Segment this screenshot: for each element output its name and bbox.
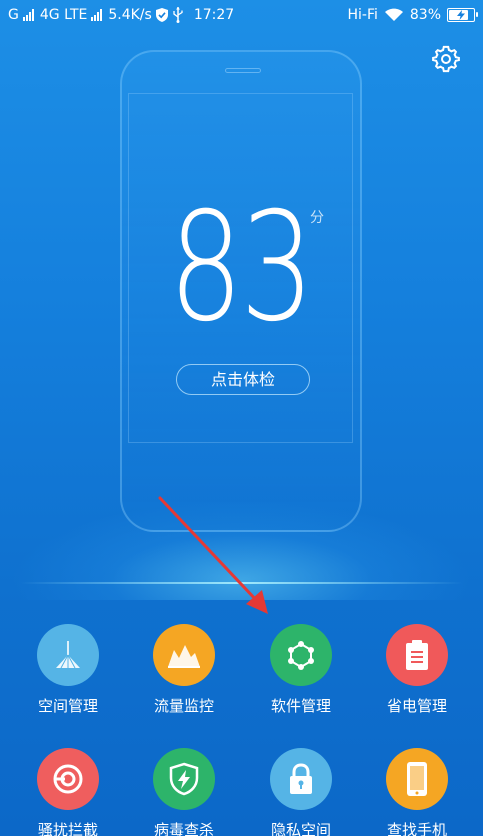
score-unit: 分 bbox=[310, 210, 324, 226]
battery-icon bbox=[447, 8, 478, 22]
tile-find-phone[interactable]: 查找手机 bbox=[357, 744, 477, 836]
status-bar-right: Hi-Fi 83% bbox=[347, 0, 478, 30]
tile-label: 骚扰拦截 bbox=[37, 821, 98, 836]
phone-find-icon bbox=[386, 748, 448, 810]
shield-check-icon bbox=[155, 8, 168, 22]
charging-bolt-icon bbox=[457, 10, 465, 20]
carrier-label: G bbox=[8, 7, 19, 23]
settings-button[interactable] bbox=[431, 44, 461, 74]
tile-software-management[interactable]: 软件管理 bbox=[241, 620, 361, 730]
shield-bolt-icon bbox=[153, 748, 215, 810]
tool-grid: 空间管理 流量监控 软件管理 省电管理 骚扰拦截 病毒查杀 隐私空间 查找手机 bbox=[0, 620, 483, 836]
broom-icon bbox=[37, 624, 99, 686]
phone-manager-screen: G 4G LTE 5.4K/s 17:27 Hi-Fi 83% 83 分 点击体… bbox=[0, 0, 483, 836]
tile-label: 病毒查杀 bbox=[153, 821, 214, 836]
tile-power-saving[interactable]: 省电管理 bbox=[357, 620, 477, 730]
app-network-icon bbox=[270, 624, 332, 686]
status-bar: G 4G LTE 5.4K/s 17:27 Hi-Fi 83% bbox=[0, 0, 483, 30]
battery-percent: 83% bbox=[409, 7, 441, 23]
tile-private-space[interactable]: 隐私空间 bbox=[241, 744, 361, 836]
tile-label: 省电管理 bbox=[386, 697, 447, 715]
target-block-icon bbox=[37, 748, 99, 810]
network-label: 4G LTE bbox=[39, 7, 88, 23]
wifi-icon bbox=[384, 8, 404, 22]
tile-label: 查找手机 bbox=[386, 821, 447, 836]
tile-label: 流量监控 bbox=[153, 697, 214, 715]
gear-icon bbox=[432, 45, 460, 73]
check-up-button[interactable]: 点击体检 bbox=[176, 364, 310, 395]
tile-virus-scan[interactable]: 病毒查杀 bbox=[124, 744, 244, 836]
usb-icon bbox=[172, 7, 184, 23]
tile-harassment-block[interactable]: 骚扰拦截 bbox=[8, 744, 128, 836]
tile-traffic-monitor[interactable]: 流量监控 bbox=[124, 620, 244, 730]
lock-icon bbox=[270, 748, 332, 810]
annotation-arrow-icon bbox=[158, 496, 268, 614]
health-score: 83 bbox=[168, 181, 315, 355]
tile-space-management[interactable]: 空间管理 bbox=[8, 620, 128, 730]
traffic-chart-icon bbox=[153, 624, 215, 686]
tile-label: 软件管理 bbox=[270, 697, 331, 715]
battery-clipboard-icon bbox=[386, 624, 448, 686]
network-speed: 5.4K/s bbox=[108, 7, 152, 23]
signal-strength-icon-2 bbox=[91, 9, 103, 21]
tile-label: 空间管理 bbox=[37, 697, 98, 715]
status-bar-left: G 4G LTE 5.4K/s 17:27 bbox=[8, 0, 234, 30]
wifi-label: Hi-Fi bbox=[347, 7, 378, 23]
clock: 17:27 bbox=[193, 7, 235, 23]
tile-label: 隐私空间 bbox=[270, 821, 331, 836]
signal-strength-icon bbox=[22, 9, 34, 21]
